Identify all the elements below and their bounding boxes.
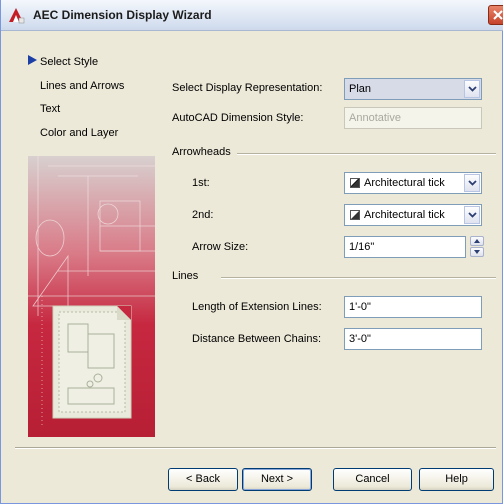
dialog-window: AEC Dimension Display Wizard Select Styl… xyxy=(0,0,503,504)
lines-divider xyxy=(221,277,496,279)
arrow-tick-swatch-icon xyxy=(350,210,360,220)
second-arrow-label: 2nd: xyxy=(192,209,214,221)
first-arrow-select[interactable]: Architectural tick xyxy=(344,172,482,194)
first-arrow-value: Architectural tick xyxy=(364,177,445,189)
chevron-down-icon[interactable] xyxy=(464,174,480,192)
display-rep-select[interactable]: Plan xyxy=(344,78,482,100)
wizard-illustration xyxy=(28,156,155,437)
spin-down-icon[interactable] xyxy=(470,247,484,257)
first-arrow-label: 1st: xyxy=(192,177,210,189)
second-arrow-value: Architectural tick xyxy=(364,209,445,221)
arrowheads-heading: Arrowheads xyxy=(172,146,231,158)
current-step-arrow-icon xyxy=(28,55,37,65)
arrowheads-divider xyxy=(237,153,496,155)
chain-distance-value: 3'-0" xyxy=(349,333,371,345)
chevron-down-icon[interactable] xyxy=(464,80,480,98)
ext-length-value: 1'-0" xyxy=(349,301,371,313)
aec-app-icon xyxy=(7,6,25,24)
title-bar: AEC Dimension Display Wizard xyxy=(1,0,503,31)
spin-up-icon[interactable] xyxy=(470,236,484,246)
dim-style-label: AutoCAD Dimension Style: xyxy=(172,112,304,124)
dim-style-value: Annotative xyxy=(349,112,401,124)
arrow-size-spinner[interactable] xyxy=(470,236,484,258)
nav-item-color-and-layer[interactable]: Color and Layer xyxy=(40,127,118,139)
arrow-size-field[interactable]: 1/16" xyxy=(344,236,466,258)
nav-item-lines-and-arrows[interactable]: Lines and Arrows xyxy=(40,80,124,92)
ext-length-field[interactable]: 1'-0" xyxy=(344,296,482,318)
arrow-tick-swatch-icon xyxy=(350,178,360,188)
next-button[interactable]: Next > xyxy=(242,468,312,491)
lines-heading: Lines xyxy=(172,270,199,282)
chain-distance-label: Distance Between Chains: xyxy=(192,333,322,345)
ext-length-label: Length of Extension Lines: xyxy=(192,301,322,313)
arrow-size-value: 1/16" xyxy=(349,241,375,253)
chain-distance-field[interactable]: 3'-0" xyxy=(344,328,482,350)
display-rep-label: Select Display Representation: xyxy=(172,82,323,94)
back-button[interactable]: < Back xyxy=(168,468,238,491)
nav-item-select-style[interactable]: Select Style xyxy=(40,56,98,68)
help-button[interactable]: Help xyxy=(419,468,494,491)
nav-item-text[interactable]: Text xyxy=(40,103,60,115)
display-rep-value: Plan xyxy=(349,83,372,95)
arrow-size-label: Arrow Size: xyxy=(192,241,249,253)
footer-divider xyxy=(15,447,496,449)
cancel-button[interactable]: Cancel xyxy=(333,468,412,491)
window-title: AEC Dimension Display Wizard xyxy=(33,8,212,22)
close-icon xyxy=(493,10,503,20)
dim-style-field: Annotative xyxy=(344,107,482,129)
second-arrow-select[interactable]: Architectural tick xyxy=(344,204,482,226)
close-button[interactable] xyxy=(488,5,503,25)
chevron-down-icon[interactable] xyxy=(464,206,480,224)
